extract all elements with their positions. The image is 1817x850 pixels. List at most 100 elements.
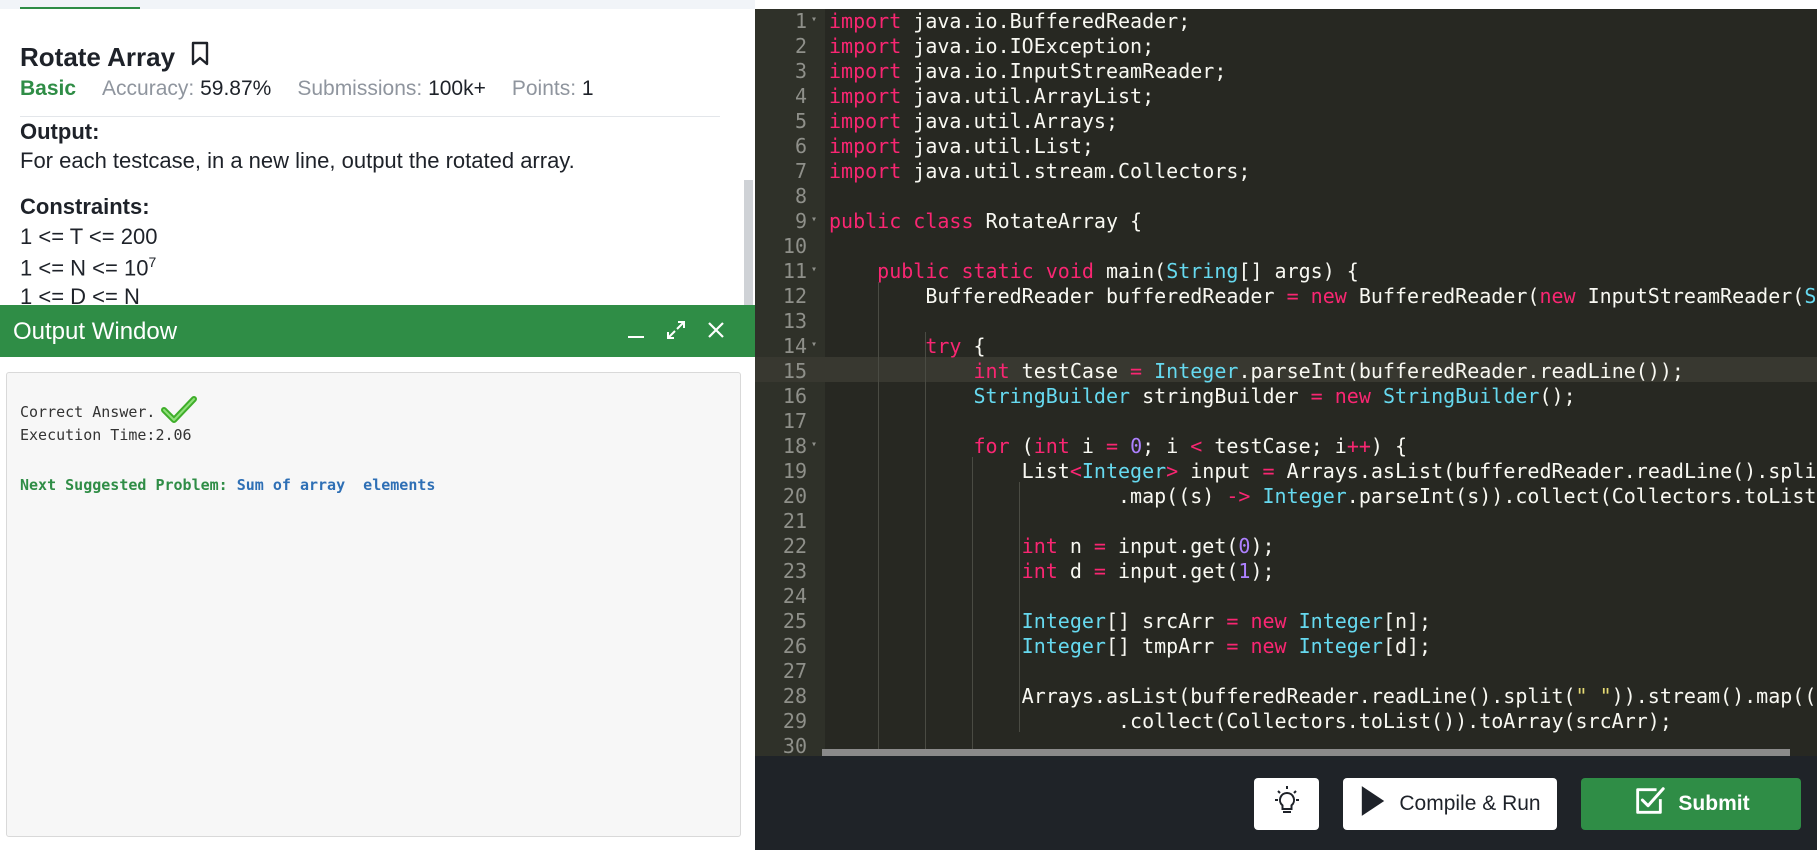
window-controls [625,319,727,341]
line-number: 8 [794,184,807,208]
line-number: 22 [782,534,807,558]
code-line: int n = input.get(0); [1021,534,1275,558]
checkmark-icon [161,395,198,429]
line-number: 16 [782,384,807,408]
points-label: Points: [511,77,577,100]
constraint-n-exponent: 7 [148,254,157,270]
line-number: 30 [782,734,807,756]
points-value: 1 [581,77,594,100]
code-line: int testCase = Integer.parseInt(buffered… [973,359,1684,383]
code-line: Arrays.asList(bufferedReader.readLine().… [829,684,1817,708]
constraint-t: 1 <= T <= 200 [20,224,158,249]
line-number: 7 [794,159,807,183]
bookmark-icon[interactable] [189,41,211,74]
code-line: try { [925,334,986,358]
code-line: public class RotateArray { [829,209,1143,233]
output-window-title: Output Window [13,318,178,345]
problem-title: Rotate Array [20,42,176,72]
next-suggestion-label: Next Suggested Problem: [20,476,228,494]
code-line: import java.io.InputStreamReader; [829,59,1227,83]
problem-panel: Rotate Array Basic Accuracy: 59.87% Subm… [0,0,755,850]
code-line: List<Integer> input = Arrays.asList(buff… [829,459,1817,483]
line-number: 20 [782,484,807,508]
minimize-icon[interactable] [625,319,647,341]
line-number: 27 [782,659,807,683]
fold-arrow-icon[interactable]: ▾ [811,339,819,350]
execution-time: Execution Time:2.06 [20,426,192,444]
expand-icon[interactable] [665,319,687,341]
compile-run-label: Compile & Run [1399,792,1541,815]
line-number: 3 [794,59,807,83]
code-line: import java.util.List; [829,134,1094,158]
line-number: 12 [782,284,807,308]
constraint-n-base: 1 <= N <= 10 [20,255,149,281]
code-line: import java.io.BufferedReader; [829,9,1191,33]
accuracy-value: 59.87% [200,77,272,100]
line-number: 24 [782,584,807,608]
line-number: 5 [794,109,807,133]
code-line: for (int i = 0; i < testCase; i++) { [973,434,1408,458]
accuracy-label: Accuracy: [102,77,195,100]
next-suggestion: Next Suggested Problem: Sum of array ele… [20,476,435,494]
line-number: 26 [782,634,807,658]
output-window-body: Correct Answer. Execution Time:2.06 Next… [6,372,741,837]
fold-arrow-icon[interactable]: ▾ [811,14,819,25]
code-line: StringBuilder stringBuilder = new String… [973,384,1576,408]
line-number: 10 [782,234,807,258]
constraint-n: 1 <= N <= 107 [20,254,156,281]
line-number: 17 [782,409,807,433]
line-number: 21 [782,509,807,533]
line-number: 18 [782,434,807,458]
play-icon [1359,783,1387,825]
accuracy-stat: Accuracy: 59.87% [102,77,271,101]
fold-arrow-icon[interactable]: ▾ [811,264,819,275]
fold-arrow-icon[interactable]: ▾ [811,439,819,450]
submit-check-icon [1632,784,1666,824]
code-line: .map((s) -> Integer.parseInt(s)).collect… [829,484,1817,508]
divider [20,116,720,117]
line-number: 29 [782,709,807,733]
fold-arrow-icon[interactable]: ▾ [811,214,819,225]
problem-statement: Rotate Array Basic Accuracy: 59.87% Subm… [0,9,745,305]
line-number: 15 [782,359,807,383]
constraint-d: 1 <= D <= N [20,284,140,305]
difficulty-badge: Basic [20,77,77,100]
line-number: 14 [782,334,807,358]
code-line: import java.io.IOException; [829,34,1155,58]
top-tab-strip [0,0,755,9]
submissions-value: 100k+ [428,77,486,100]
code-line: Integer[] srcArr = new Integer[n]; [1021,609,1432,633]
line-number: 6 [794,134,807,158]
submissions-stat: Submissions: 100k+ [297,77,486,101]
hint-button[interactable] [1254,778,1319,830]
compile-run-button[interactable]: Compile & Run [1343,778,1557,830]
line-number: 11 [782,259,807,283]
line-number: 13 [782,309,807,333]
next-problem-link[interactable]: Sum of array elements [237,476,436,494]
code-line: .collect(Collectors.toList()).toArray(sr… [829,709,1672,733]
result-line: Correct Answer. [20,395,198,429]
code-editor[interactable]: 1 2 3 4 5 6 7 8 9 10 11 12 13 14 15 16 1… [755,9,1817,756]
code-line: import java.util.ArrayList; [829,84,1155,108]
close-icon[interactable] [705,319,727,341]
output-heading: Output: [20,119,100,144]
line-number: 9 [794,209,807,233]
code-line: public static void main(String[] args) { [877,259,1359,283]
submissions-label: Submissions: [297,77,423,100]
output-description: For each testcase, in a new line, output… [20,148,575,173]
result-text: Correct Answer. [20,403,156,421]
line-number: 23 [782,559,807,583]
problem-title-row: Rotate Array [20,41,211,74]
line-number: 4 [794,84,807,108]
code-line: int d = input.get(1); [1021,559,1275,583]
problem-scrollbar[interactable] [744,180,753,305]
line-number: 2 [794,34,807,58]
code-line: import java.util.Arrays; [829,109,1118,133]
submit-button[interactable]: Submit [1581,778,1801,830]
points-stat: Points: 1 [512,77,594,101]
horizontal-scrollbar[interactable] [822,749,1790,756]
line-number: 25 [782,609,807,633]
lightbulb-icon [1270,784,1304,824]
code-line: import java.util.stream.Collectors; [829,159,1251,183]
code-line: BufferedReader bufferedReader = new Buff… [829,284,1817,308]
